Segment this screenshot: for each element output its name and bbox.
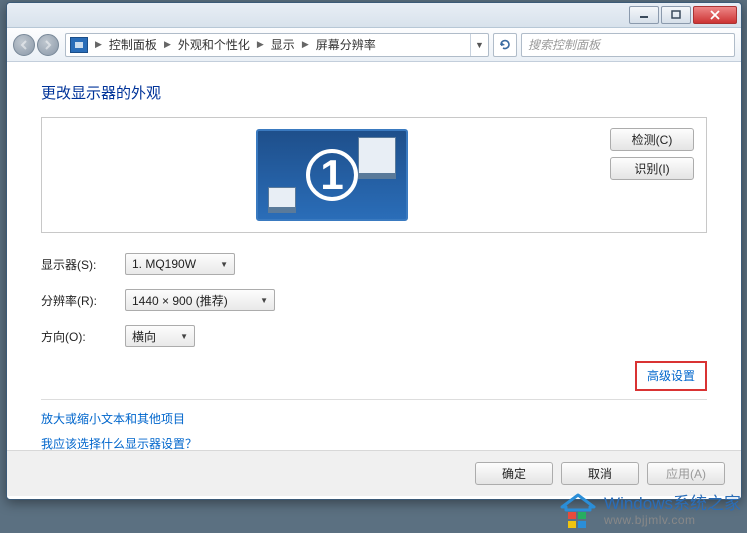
monitor-icon[interactable]: 1 bbox=[256, 129, 408, 221]
advanced-settings-link[interactable]: 高级设置 bbox=[647, 369, 695, 383]
navbar: ▶ 控制面板 ▶ 外观和个性化 ▶ 显示 ▶ 屏幕分辨率 ▼ 搜索控制面板 bbox=[7, 28, 741, 62]
watermark-sub: www.bjjmlv.com bbox=[604, 514, 741, 527]
monitor-row: 显示器(S): 1. MQ190W bbox=[41, 253, 707, 275]
refresh-button[interactable] bbox=[493, 33, 517, 57]
nav-back-forward bbox=[13, 31, 61, 59]
cancel-button[interactable]: 取消 bbox=[561, 462, 639, 485]
divider bbox=[41, 399, 707, 400]
monitor-label: 显示器(S): bbox=[41, 256, 125, 273]
chevron-right-icon: ▶ bbox=[161, 39, 174, 50]
forward-button[interactable] bbox=[37, 34, 59, 56]
breadcrumb-seg[interactable]: 屏幕分辨率 bbox=[312, 36, 380, 53]
which-monitor-link[interactable]: 我应该选择什么显示器设置？ bbox=[41, 435, 707, 450]
mini-window-icon bbox=[358, 137, 396, 179]
resolution-select[interactable]: 1440 × 900 (推荐) bbox=[125, 289, 275, 311]
maximize-button[interactable] bbox=[661, 6, 691, 24]
breadcrumb-seg[interactable]: 显示 bbox=[267, 36, 299, 53]
identify-button[interactable]: 识别(I) bbox=[610, 157, 694, 180]
breadcrumb[interactable]: ▶ 控制面板 ▶ 外观和个性化 ▶ 显示 ▶ 屏幕分辨率 ▼ bbox=[65, 33, 489, 57]
watermark-logo-icon bbox=[556, 493, 596, 529]
advanced-row: 高级设置 bbox=[41, 361, 707, 391]
resolution-row: 分辨率(R): 1440 × 900 (推荐) bbox=[41, 289, 707, 311]
dialog-footer: 确定 取消 应用(A) bbox=[7, 450, 741, 496]
search-input[interactable]: 搜索控制面板 bbox=[521, 33, 735, 57]
search-placeholder: 搜索控制面板 bbox=[528, 36, 600, 53]
highlight-box: 高级设置 bbox=[635, 361, 707, 391]
titlebar bbox=[7, 3, 741, 28]
control-panel-icon bbox=[70, 37, 88, 53]
minimize-button[interactable] bbox=[629, 6, 659, 24]
chevron-right-icon: ▶ bbox=[92, 39, 105, 50]
watermark: Windows系统之家 www.bjjmlv.com bbox=[556, 493, 741, 529]
breadcrumb-seg[interactable]: 外观和个性化 bbox=[174, 36, 254, 53]
content-area: 更改显示器的外观 1 检测(C) 识别(I) 显示器(S): 1. MQ190W… bbox=[7, 62, 741, 450]
ok-button[interactable]: 确定 bbox=[475, 462, 553, 485]
display-preview: 1 检测(C) 识别(I) bbox=[41, 117, 707, 233]
orientation-row: 方向(O): 横向 bbox=[41, 325, 707, 347]
chevron-right-icon: ▶ bbox=[299, 39, 312, 50]
help-links: 放大或缩小文本和其他项目 我应该选择什么显示器设置？ bbox=[41, 410, 707, 450]
watermark-text: Windows系统之家 www.bjjmlv.com bbox=[604, 495, 741, 527]
page-title: 更改显示器的外观 bbox=[41, 82, 707, 103]
apply-button[interactable]: 应用(A) bbox=[647, 462, 725, 485]
control-panel-window: ▶ 控制面板 ▶ 外观和个性化 ▶ 显示 ▶ 屏幕分辨率 ▼ 搜索控制面板 更改… bbox=[6, 2, 742, 500]
breadcrumb-dropdown[interactable]: ▼ bbox=[470, 34, 488, 56]
monitor-stage: 1 bbox=[54, 128, 610, 222]
watermark-title: Windows系统之家 bbox=[604, 495, 741, 514]
detect-button[interactable]: 检测(C) bbox=[610, 128, 694, 151]
chevron-right-icon: ▶ bbox=[254, 39, 267, 50]
close-button[interactable] bbox=[693, 6, 737, 24]
mini-window-icon bbox=[268, 187, 296, 213]
back-button[interactable] bbox=[13, 34, 35, 56]
breadcrumb-seg[interactable]: 控制面板 bbox=[105, 36, 161, 53]
resolution-value: 1440 × 900 (推荐) bbox=[132, 292, 228, 309]
monitor-select[interactable]: 1. MQ190W bbox=[125, 253, 235, 275]
orientation-select[interactable]: 横向 bbox=[125, 325, 195, 347]
orientation-label: 方向(O): bbox=[41, 328, 125, 345]
resolution-label: 分辨率(R): bbox=[41, 292, 125, 309]
orientation-value: 横向 bbox=[132, 328, 156, 345]
preview-buttons: 检测(C) 识别(I) bbox=[610, 128, 694, 180]
monitor-number: 1 bbox=[306, 149, 358, 201]
text-size-link[interactable]: 放大或缩小文本和其他项目 bbox=[41, 410, 707, 427]
monitor-value: 1. MQ190W bbox=[132, 257, 196, 271]
